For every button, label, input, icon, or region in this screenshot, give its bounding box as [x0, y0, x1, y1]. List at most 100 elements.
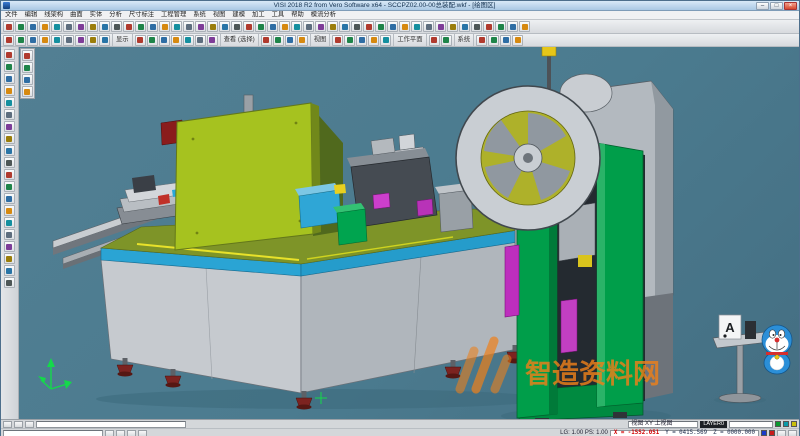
- toolbar-icon[interactable]: [15, 21, 26, 32]
- toolbar-icon[interactable]: [519, 21, 530, 32]
- toolbar-icon[interactable]: [159, 21, 170, 32]
- toolbar-icon[interactable]: [476, 35, 487, 46]
- toolbar-icon[interactable]: [39, 35, 50, 46]
- toolbar-icon[interactable]: [483, 21, 494, 32]
- toolbar-icon[interactable]: [332, 35, 343, 46]
- toolbar-icon[interactable]: [459, 21, 470, 32]
- menu-item-6[interactable]: 分析: [109, 11, 122, 19]
- color-swatch-green[interactable]: [775, 421, 781, 427]
- toolbar-icon[interactable]: [99, 35, 110, 46]
- toolbar-icon[interactable]: [4, 205, 15, 216]
- toolbar-icon[interactable]: [327, 21, 338, 32]
- menu-item-8[interactable]: 工程管理: [161, 11, 186, 19]
- toolbar-icon[interactable]: [22, 74, 33, 85]
- toolbar-icon[interactable]: [22, 86, 33, 97]
- toolbar-icon[interactable]: [488, 35, 499, 46]
- toolbar-icon[interactable]: [423, 21, 434, 32]
- toolbar-icon[interactable]: [147, 35, 158, 46]
- minimize-button[interactable]: –: [756, 2, 769, 10]
- toolbar-icon[interactable]: [507, 21, 518, 32]
- toolbar-icon[interactable]: [243, 21, 254, 32]
- menu-item-12[interactable]: 加工: [252, 11, 265, 19]
- menu-item-10[interactable]: 视图: [213, 11, 226, 19]
- toolbar-icon[interactable]: [27, 35, 38, 46]
- toolbar-icon[interactable]: [435, 21, 446, 32]
- toolbar-icon[interactable]: [399, 21, 410, 32]
- toolbar-icon[interactable]: [195, 21, 206, 32]
- toolbar-icon[interactable]: [63, 35, 74, 46]
- toolbar-icon[interactable]: [219, 21, 230, 32]
- toolbar-icon[interactable]: [4, 265, 15, 276]
- toolbar-icon[interactable]: [3, 21, 14, 32]
- toolbar-icon[interactable]: [356, 35, 367, 46]
- toolbar-icon[interactable]: [368, 35, 379, 46]
- toolbar-icon[interactable]: [303, 21, 314, 32]
- toolbar-icon[interactable]: [15, 35, 26, 46]
- status-tool-button[interactable]: [3, 421, 12, 428]
- toolbar-icon[interactable]: [471, 21, 482, 32]
- cad-3d-model[interactable]: A: [19, 47, 799, 419]
- toolbar-icon[interactable]: [4, 97, 15, 108]
- toolbar-icon[interactable]: [51, 21, 62, 32]
- toolbar-icon[interactable]: [375, 21, 386, 32]
- toolbar-icon[interactable]: [344, 35, 355, 46]
- view-plane-field[interactable]: 视图 XY 上视图: [628, 421, 698, 428]
- status-tool-button[interactable]: [127, 430, 136, 436]
- command-input[interactable]: [3, 430, 103, 436]
- toolbar-icon[interactable]: [27, 21, 38, 32]
- toolbar-icon[interactable]: [4, 253, 15, 264]
- toolbar-icon[interactable]: [231, 21, 242, 32]
- toolbar-icon[interactable]: [291, 21, 302, 32]
- toolbar-icon[interactable]: [171, 35, 182, 46]
- status-tool-button[interactable]: [14, 421, 23, 428]
- toolbar-icon[interactable]: [380, 35, 391, 46]
- prompt-field[interactable]: [36, 421, 186, 428]
- toolbar-icon[interactable]: [195, 35, 206, 46]
- toolbar-icon[interactable]: [4, 277, 15, 288]
- status-tool-button[interactable]: [777, 430, 786, 436]
- toolbar-icon[interactable]: [261, 35, 272, 46]
- toolbar-icon[interactable]: [4, 145, 15, 156]
- toolbar-icon[interactable]: [207, 21, 218, 32]
- maximize-button[interactable]: □: [770, 2, 783, 10]
- toolbar-icon[interactable]: [75, 21, 86, 32]
- toolbar-icon[interactable]: [411, 21, 422, 32]
- toolbar-icon[interactable]: [4, 133, 15, 144]
- toolbar-icon[interactable]: [279, 21, 290, 32]
- toolbar-icon[interactable]: [4, 181, 15, 192]
- toolbar-icon[interactable]: [135, 21, 146, 32]
- toolbar-icon[interactable]: [4, 85, 15, 96]
- toolbar-icon[interactable]: [99, 21, 110, 32]
- close-button[interactable]: ×: [784, 2, 797, 10]
- toolbar-icon[interactable]: [429, 35, 440, 46]
- toolbar-icon[interactable]: [285, 35, 296, 46]
- menu-item-4[interactable]: 曲面: [70, 11, 83, 19]
- toolbar-icon[interactable]: [441, 35, 452, 46]
- status-tool-button[interactable]: [25, 421, 34, 428]
- toolbar-icon[interactable]: [22, 62, 33, 73]
- toolbar-icon[interactable]: [512, 35, 523, 46]
- toolbar-icon[interactable]: [267, 21, 278, 32]
- toolbar-icon[interactable]: [87, 21, 98, 32]
- menu-item-15[interactable]: 模流分析: [311, 11, 336, 19]
- toolbar-icon[interactable]: [4, 157, 15, 168]
- menu-item-1[interactable]: 文件: [5, 11, 18, 19]
- toolbar-icon[interactable]: [87, 35, 98, 46]
- toolbar-icon[interactable]: [75, 35, 86, 46]
- menu-item-2[interactable]: 编辑: [25, 11, 38, 19]
- toolbar-icon[interactable]: [351, 21, 362, 32]
- toolbar-icon[interactable]: [339, 21, 350, 32]
- menu-item-14[interactable]: 帮助: [291, 11, 304, 19]
- toolbar-icon[interactable]: [3, 35, 14, 46]
- toolbar-icon[interactable]: [4, 217, 15, 228]
- toolbar-icon[interactable]: [4, 121, 15, 132]
- toolbar-icon[interactable]: [297, 35, 308, 46]
- viewport[interactable]: A: [19, 47, 799, 419]
- toolbar-icon[interactable]: [4, 169, 15, 180]
- toolbar-icon[interactable]: [111, 21, 122, 32]
- menu-item-11[interactable]: 建模: [232, 11, 245, 19]
- toolbar-icon[interactable]: [363, 21, 374, 32]
- menu-item-13[interactable]: 工具: [272, 11, 285, 19]
- status-tool-button[interactable]: [788, 430, 797, 436]
- menu-item-5[interactable]: 实体: [90, 11, 103, 19]
